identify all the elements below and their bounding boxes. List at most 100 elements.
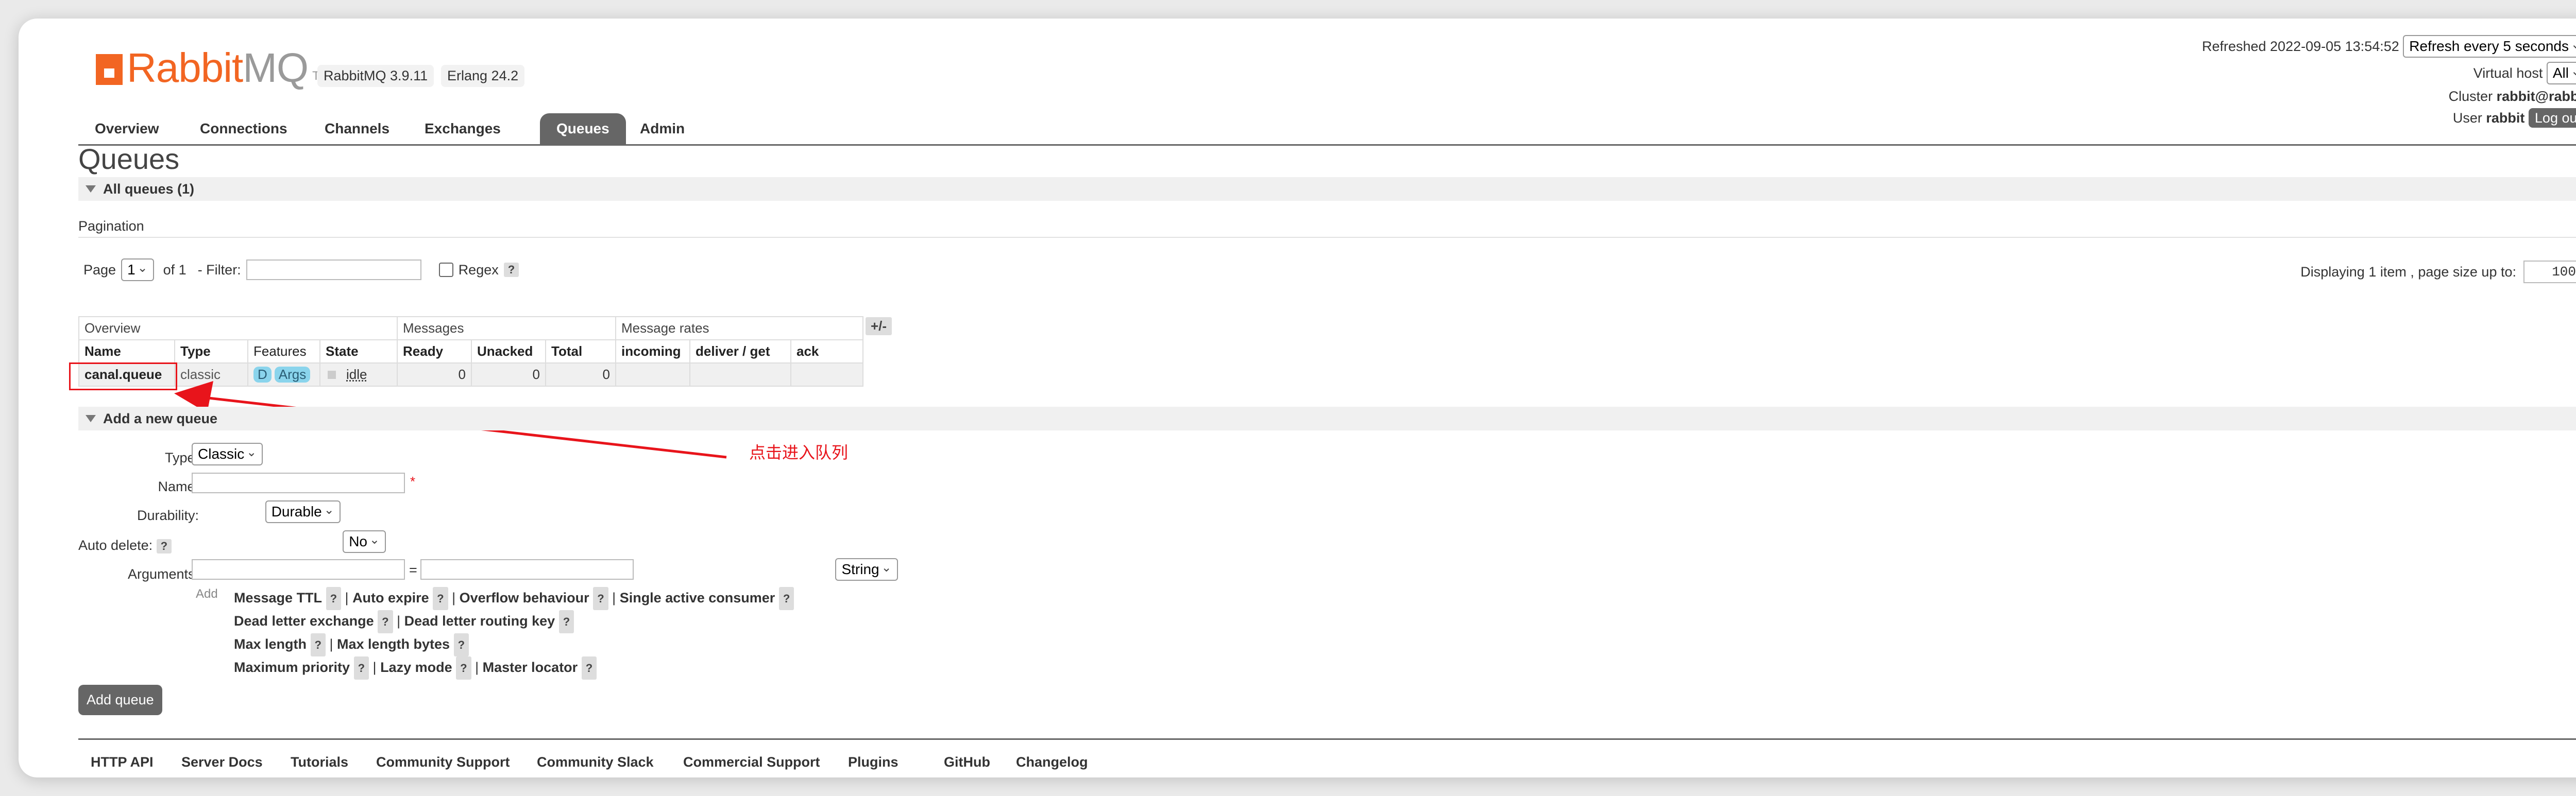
argument-value-input[interactable] [420, 559, 634, 580]
cluster-label: Cluster [2448, 89, 2493, 104]
footer-links: HTTP API Server Docs Tutorials Community… [78, 738, 2576, 770]
col-ack[interactable]: ack [790, 339, 863, 364]
col-incoming[interactable]: incoming [615, 339, 690, 364]
argument-shortcuts-row: Maximum priority ? | Lazy mode ? | Maste… [234, 656, 794, 680]
type-label: Type: [164, 450, 199, 465]
arg-help-icon[interactable]: ? [353, 656, 369, 680]
col-features: Features [247, 339, 320, 364]
refresh-interval-value: Refresh every 5 seconds [2409, 38, 2569, 54]
argument-shortcuts: Message TTL ? | Auto expire ? | Overflow… [234, 587, 794, 680]
tab-admin[interactable]: Admin [623, 113, 701, 144]
arg-help-icon[interactable]: ? [456, 656, 471, 680]
rabbitmq-logo[interactable]: RabbitMQTM [96, 44, 330, 92]
arg-dead-letter-routing-key[interactable]: Dead letter routing key [404, 613, 555, 629]
footer-link-commercial-support[interactable]: Commercial Support [683, 754, 820, 770]
tab-channels[interactable]: Channels [308, 113, 406, 144]
col-name[interactable]: Name [78, 339, 175, 364]
columns-toggle-button[interactable]: +/- [866, 317, 892, 335]
page-select[interactable]: 1 ⌄ [121, 258, 154, 281]
argument-shortcuts-row: Max length ? | Max length bytes ? [234, 633, 794, 656]
chevron-down-icon: ⌄ [881, 561, 892, 575]
vhost-value: All [2552, 65, 2569, 81]
cluster-name: rabbit@rabbit [2496, 89, 2576, 104]
collapse-triangle-icon [86, 415, 96, 422]
arg-message-ttl[interactable]: Message TTL [234, 590, 322, 605]
tab-connections[interactable]: Connections [183, 113, 304, 144]
footer-link-community-support[interactable]: Community Support [376, 754, 510, 770]
browser-window: RabbitMQTM RabbitMQ 3.9.11 Erlang 24.2 R… [19, 19, 2576, 777]
queue-ack [790, 362, 863, 387]
table-header-row: Name Type Features State Ready Unacked T… [78, 339, 863, 364]
footer-link-github[interactable]: GitHub [944, 754, 990, 770]
tab-exchanges[interactable]: Exchanges [408, 113, 517, 144]
arg-auto-expire[interactable]: Auto expire [352, 590, 429, 605]
erlang-version-badge: Erlang 24.2 [441, 65, 525, 87]
arg-max-length[interactable]: Max length [234, 636, 307, 652]
footer-link-tutorials[interactable]: Tutorials [291, 754, 348, 770]
page-size-controls: Displaying 1 item , page size up to: 100 [2300, 261, 2576, 283]
pagination-controls: Page 1 ⌄ of 1 - Filter: Regex ? [83, 258, 519, 281]
separator: | [452, 590, 456, 605]
arg-help-icon[interactable]: ? [558, 610, 574, 633]
footer-link-http-api[interactable]: HTTP API [91, 754, 154, 770]
arg-dead-letter-exchange[interactable]: Dead letter exchange [234, 613, 374, 629]
auto-delete-help-icon[interactable]: ? [156, 539, 172, 553]
highlight-box [69, 362, 177, 390]
col-state[interactable]: State [319, 339, 398, 364]
tab-overview[interactable]: Overview [78, 113, 176, 144]
arg-max-length-bytes[interactable]: Max length bytes [337, 636, 450, 652]
filter-input[interactable] [246, 259, 421, 280]
queue-name-input[interactable] [192, 473, 405, 493]
page-size-input[interactable]: 100 [2523, 261, 2576, 283]
name-label: Name: [158, 479, 199, 494]
separator: | [329, 636, 333, 652]
arg-help-icon[interactable]: ? [378, 610, 393, 633]
arg-help-icon[interactable]: ? [593, 587, 608, 610]
col-ready[interactable]: Ready [397, 339, 472, 364]
vhost-select[interactable]: All ⌄ [2546, 62, 2576, 84]
col-type[interactable]: Type [174, 339, 248, 364]
arg-help-icon[interactable]: ? [326, 587, 342, 610]
col-deliver-get[interactable]: deliver / get [689, 339, 791, 364]
footer-link-plugins[interactable]: Plugins [848, 754, 899, 770]
arg-maximum-priority[interactable]: Maximum priority [234, 660, 350, 675]
chevron-down-icon: ⌄ [246, 445, 257, 459]
group-messages: Messages [397, 316, 616, 340]
rabbitmq-version-badge: RabbitMQ 3.9.11 [317, 65, 434, 87]
regex-label: Regex [458, 262, 499, 278]
type-select[interactable]: Classic ⌄ [192, 443, 263, 465]
arg-master-locator[interactable]: Master locator [483, 660, 578, 675]
regex-help-icon[interactable]: ? [503, 263, 519, 277]
arg-overflow-behaviour[interactable]: Overflow behaviour [460, 590, 589, 605]
rabbitmq-logo-icon [96, 54, 123, 85]
arg-help-icon[interactable]: ? [433, 587, 448, 610]
main-nav: Overview Connections Channels Exchanges … [78, 106, 2576, 146]
col-total[interactable]: Total [545, 339, 616, 364]
argument-type-select[interactable]: String ⌄ [835, 558, 898, 581]
durability-value: Durable [271, 504, 322, 520]
arg-help-icon[interactable]: ? [453, 633, 469, 656]
queues-table-wrap: Overview Messages Message rates Name Typ… [78, 316, 863, 387]
regex-checkbox[interactable] [438, 263, 453, 277]
arg-help-icon[interactable]: ? [778, 587, 794, 610]
footer-link-server-docs[interactable]: Server Docs [181, 754, 263, 770]
auto-delete-select[interactable]: No ⌄ [343, 530, 386, 553]
all-queues-section-toggle[interactable]: All queues (1) [78, 177, 2576, 201]
argument-key-input[interactable] [192, 559, 405, 580]
arg-lazy-mode[interactable]: Lazy mode [380, 660, 452, 675]
col-unacked[interactable]: Unacked [471, 339, 546, 364]
state-indicator-icon [328, 371, 336, 379]
refresh-interval-select[interactable]: Refresh every 5 seconds ⌄ [2403, 35, 2576, 58]
arg-help-icon[interactable]: ? [581, 656, 597, 680]
add-queue-button[interactable]: Add queue [78, 685, 162, 715]
add-queue-section-toggle[interactable]: Add a new queue [78, 407, 2576, 430]
chevron-down-icon: ⌄ [2570, 64, 2576, 78]
arg-single-active-consumer[interactable]: Single active consumer [620, 590, 775, 605]
footer-link-community-slack[interactable]: Community Slack [537, 754, 654, 770]
annotation-text: 点击进入队列 [749, 443, 849, 462]
durability-select[interactable]: Durable ⌄ [265, 500, 341, 523]
footer-link-changelog[interactable]: Changelog [1016, 754, 1088, 770]
tab-queues[interactable]: Queues [540, 113, 626, 144]
arg-help-icon[interactable]: ? [310, 633, 326, 656]
separator: | [372, 660, 377, 675]
